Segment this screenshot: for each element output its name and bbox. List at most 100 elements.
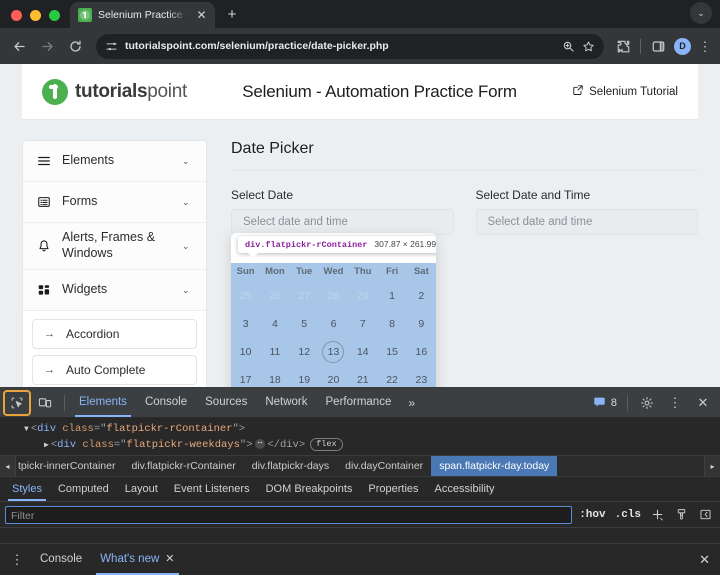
select-date-time-input[interactable]: Select date and time — [476, 209, 699, 235]
calendar-day[interactable]: 2 — [407, 282, 436, 310]
dom-node-weekdays[interactable]: ▶<div class="flatpickr-weekdays">⋯</div>… — [0, 437, 720, 453]
calendar-day[interactable]: 28 — [319, 282, 348, 310]
chevron-down-icon[interactable]: ⌄ — [182, 285, 193, 296]
drawer-close-icon[interactable]: ✕ — [693, 552, 716, 568]
drawer-menu-button[interactable]: ⋮ — [4, 548, 30, 572]
sidebar-item-widgets[interactable]: Widgets ⌄ — [23, 270, 206, 311]
drawer-tab-whats-new[interactable]: What's new ✕ — [92, 544, 182, 575]
message-count-badge[interactable]: 8 — [589, 395, 621, 411]
window-minimize-button[interactable] — [30, 10, 41, 21]
hov-button[interactable]: :hov — [577, 509, 607, 521]
sidebar-item-elements[interactable]: Elements ⌄ — [23, 141, 206, 182]
calendar-day[interactable]: 17 — [231, 366, 260, 387]
sidebar-item-forms[interactable]: Forms ⌄ — [23, 182, 206, 223]
breadcrumb-scroll-right-icon[interactable]: ▸ — [704, 455, 720, 477]
calendar-day[interactable]: 1 — [377, 282, 406, 310]
dom-ellipsis-icon[interactable]: ⋯ — [255, 439, 266, 449]
reload-button[interactable] — [62, 33, 88, 59]
breadcrumb-item-days[interactable]: div.flatpickr-days — [244, 455, 337, 477]
tab-computed[interactable]: Computed — [50, 477, 117, 501]
calendar-day[interactable]: 9 — [407, 310, 436, 338]
tab-console[interactable]: Console — [137, 388, 195, 417]
sidebar-item-accordion[interactable]: → Accordion — [32, 319, 197, 349]
calendar-day[interactable]: 14 — [348, 338, 377, 366]
back-button[interactable] — [6, 33, 32, 59]
cls-button[interactable]: .cls — [613, 509, 643, 521]
paint-brush-icon[interactable] — [672, 505, 691, 524]
window-maximize-button[interactable] — [49, 10, 60, 21]
tab-search-chevron-down-icon[interactable]: ⌄ — [690, 2, 712, 24]
tab-performance[interactable]: Performance — [318, 388, 400, 417]
calendar-day[interactable]: 5 — [290, 310, 319, 338]
devtools-menu-button[interactable]: ⋮ — [662, 391, 688, 415]
calendar-day[interactable]: 27 — [290, 282, 319, 310]
chevron-down-icon[interactable]: ⌄ — [182, 241, 193, 252]
calendar-day[interactable]: 26 — [260, 282, 289, 310]
calendar-day-today[interactable]: 13 — [319, 338, 348, 366]
site-logo[interactable]: tutorialspoint — [42, 79, 187, 105]
flatpickr-calendar[interactable]: › Sun Mon Tue Wed Thu Fri Sat — [231, 233, 436, 387]
breadcrumb-item-day-today[interactable]: span.flatpickr-day.today — [431, 455, 557, 477]
calendar-day[interactable]: 29 — [348, 282, 377, 310]
side-panel-icon[interactable] — [647, 35, 669, 57]
tab-dom-breakpoints[interactable]: DOM Breakpoints — [258, 477, 361, 501]
calendar-day[interactable]: 10 — [231, 338, 260, 366]
tab-network[interactable]: Network — [257, 388, 315, 417]
tab-elements[interactable]: Elements — [71, 388, 135, 417]
breadcrumb-item-daycontainer[interactable]: div.dayContainer — [337, 455, 431, 477]
star-icon[interactable] — [582, 40, 595, 53]
more-tabs-icon[interactable]: » — [401, 396, 422, 410]
dom-node-rcontainer[interactable]: ▼<div class="flatpickr-rContainer"> — [0, 421, 720, 437]
calendar-day[interactable]: 23 — [407, 366, 436, 387]
inspect-element-icon[interactable] — [4, 391, 30, 415]
tab-layout[interactable]: Layout — [117, 477, 166, 501]
calendar-day[interactable]: 18 — [260, 366, 289, 387]
calendar-day[interactable]: 19 — [290, 366, 319, 387]
gear-icon[interactable] — [634, 391, 660, 415]
plus-icon[interactable] — [648, 505, 667, 524]
collapse-triangle-icon[interactable]: ▶ — [44, 441, 49, 450]
omnibox[interactable]: tutorialspoint.com/selenium/practice/dat… — [96, 34, 604, 59]
calendar-day[interactable]: 25 — [231, 282, 260, 310]
sidebar-item-alerts-frames-windows[interactable]: Alerts, Frames & Windows ⌄ — [23, 223, 206, 270]
browser-tab[interactable]: Selenium Practice - Date Picker | To ✕ — [70, 2, 215, 28]
tab-event-listeners[interactable]: Event Listeners — [166, 477, 258, 501]
breadcrumb-scroll-left-icon[interactable]: ◂ — [0, 455, 16, 477]
calendar-day[interactable]: 3 — [231, 310, 260, 338]
calendar-day[interactable]: 7 — [348, 310, 377, 338]
calendar-day[interactable]: 12 — [290, 338, 319, 366]
window-close-button[interactable] — [11, 10, 22, 21]
tab-properties[interactable]: Properties — [360, 477, 426, 501]
select-date-input[interactable]: Select date and time — [231, 209, 454, 235]
zoom-search-icon[interactable] — [562, 40, 575, 53]
new-tab-button[interactable]: + — [221, 4, 243, 26]
forward-button[interactable] — [34, 33, 60, 59]
calendar-day[interactable]: 21 — [348, 366, 377, 387]
calendar-day[interactable]: 20 — [319, 366, 348, 387]
calendar-day[interactable]: 6 — [319, 310, 348, 338]
chevron-down-icon[interactable]: ⌄ — [182, 156, 193, 167]
toggle-sidebar-icon[interactable] — [696, 505, 715, 524]
calendar-day[interactable]: 16 — [407, 338, 436, 366]
styles-filter-input[interactable]: Filter — [5, 506, 572, 524]
extensions-puzzle-icon[interactable] — [612, 35, 634, 57]
device-toolbar-icon[interactable] — [32, 391, 58, 415]
flex-badge[interactable]: flex — [310, 438, 342, 451]
selenium-tutorial-link[interactable]: Selenium Tutorial — [572, 84, 678, 99]
drawer-tab-close-icon[interactable]: ✕ — [165, 544, 174, 575]
devtools-close-icon[interactable]: ✕ — [690, 391, 716, 415]
calendar-day[interactable]: 8 — [377, 310, 406, 338]
breadcrumb-item-rcontainer[interactable]: div.flatpickr-rContainer — [123, 455, 243, 477]
url-text[interactable]: tutorialspoint.com/selenium/practice/dat… — [125, 40, 555, 52]
drawer-tab-console[interactable]: Console — [32, 544, 90, 575]
calendar-day[interactable]: 22 — [377, 366, 406, 387]
calendar-day[interactable]: 4 — [260, 310, 289, 338]
profile-avatar[interactable]: D — [674, 38, 691, 55]
calendar-day[interactable]: 11 — [260, 338, 289, 366]
tab-accessibility[interactable]: Accessibility — [427, 477, 503, 501]
calendar-day[interactable]: 15 — [377, 338, 406, 366]
tab-close-icon[interactable]: ✕ — [194, 8, 209, 23]
tab-sources[interactable]: Sources — [197, 388, 255, 417]
tune-icon[interactable] — [105, 40, 118, 53]
browser-menu-button[interactable]: ⋮ — [696, 40, 714, 53]
